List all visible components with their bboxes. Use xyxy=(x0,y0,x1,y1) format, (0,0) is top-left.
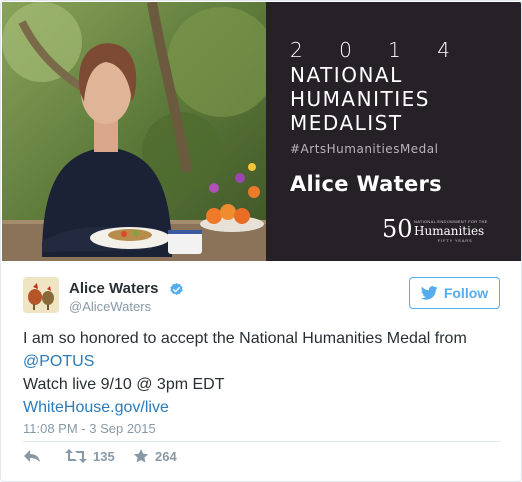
logo-fifty: 50 xyxy=(382,215,413,243)
humanities-logo: 50 NATIONAL ENDOWMENT FOR THE Humanities… xyxy=(382,216,514,246)
tweet-timestamp[interactable]: 11:08 PM - 3 Sep 2015 xyxy=(23,421,156,436)
tweet-card: 2 0 1 4 NATIONAL HUMANITIES MEDALIST #Ar… xyxy=(0,0,522,482)
reply-icon xyxy=(24,450,40,462)
tweet-text-line: Watch live 9/10 @ 3pm EDT xyxy=(23,376,225,393)
medal-title-line: NATIONAL xyxy=(290,63,403,87)
mention-link[interactable]: @POTUS xyxy=(23,350,503,373)
like-button[interactable]: 264 xyxy=(133,448,177,464)
like-count: 264 xyxy=(155,448,177,464)
medal-title-line: HUMANITIES xyxy=(290,87,430,111)
follow-button[interactable]: Follow xyxy=(409,277,500,309)
portrait-photo xyxy=(2,2,266,261)
medal-year: 2 0 1 4 xyxy=(290,38,465,62)
honoree-name: Alice Waters xyxy=(290,172,442,196)
avatar[interactable] xyxy=(23,277,59,313)
medal-panel: 2 0 1 4 NATIONAL HUMANITIES MEDALIST #Ar… xyxy=(266,2,521,261)
author-handle[interactable]: @AliceWaters xyxy=(69,299,151,314)
logo-fifty-years: FIFTY YEARS xyxy=(438,238,473,243)
reply-button[interactable] xyxy=(23,448,41,464)
tweet-text: I am so honored to accept the National H… xyxy=(23,327,503,419)
url-link[interactable]: WhiteHouse.gov/live xyxy=(23,396,503,419)
star-icon xyxy=(133,449,149,463)
tweet-text-line: I am so honored to accept the National H… xyxy=(23,330,467,347)
tweet-media[interactable]: 2 0 1 4 NATIONAL HUMANITIES MEDALIST #Ar… xyxy=(2,2,521,261)
follow-label: Follow xyxy=(443,285,489,301)
bird-icon xyxy=(420,286,438,300)
retweet-icon xyxy=(65,449,87,463)
logo-humanities: Humanities xyxy=(414,224,485,238)
divider xyxy=(23,441,501,442)
author-display-name[interactable]: Alice Waters xyxy=(69,280,158,297)
retweet-button[interactable]: 135 xyxy=(65,448,115,464)
medal-title-line: MEDALIST xyxy=(290,111,403,135)
retweet-count: 135 xyxy=(93,448,115,464)
medal-hashtag: #ArtsHumanitiesMedal xyxy=(290,142,439,156)
verified-badge-icon xyxy=(169,282,184,297)
